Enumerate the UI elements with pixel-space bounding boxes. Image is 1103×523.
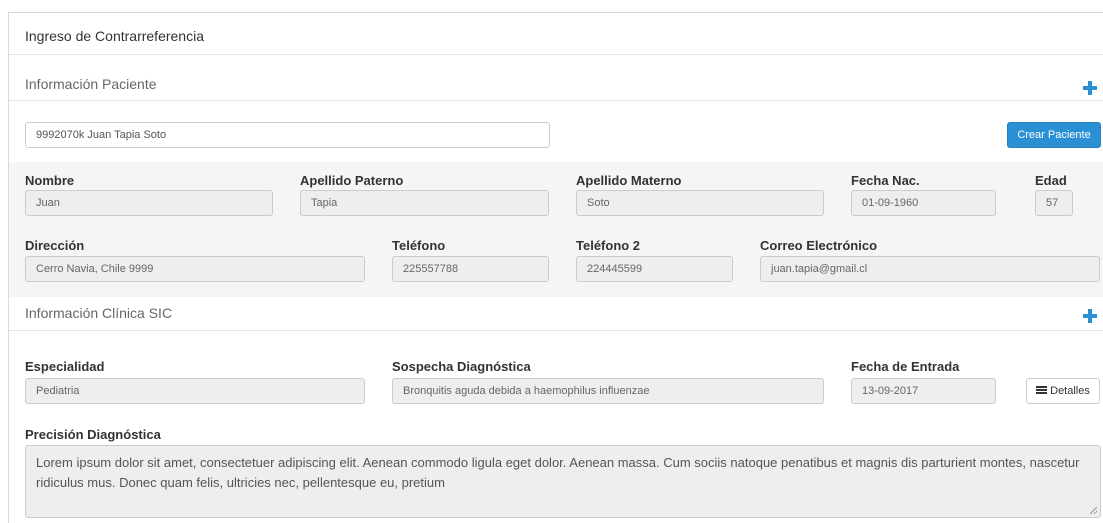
apellido-materno-field[interactable]: Soto — [576, 190, 824, 216]
sospecha-label: Sospecha Diagnóstica — [392, 359, 531, 374]
patient-search-input[interactable]: 9992070k Juan Tapia Soto — [25, 122, 550, 148]
precision-text: Lorem ipsum dolor sit amet, consectetuer… — [36, 455, 1080, 490]
clinical-section-header: Información Clínica SIC — [9, 297, 1103, 331]
patient-section-title: Información Paciente — [25, 76, 157, 92]
direccion-label: Dirección — [25, 238, 85, 253]
direccion-field[interactable]: Cerro Navia, Chile 9999 — [25, 256, 365, 282]
fecha-entrada-field[interactable]: 13-09-2017 — [851, 378, 996, 404]
telefono-label: Teléfono — [392, 238, 446, 253]
nombre-field[interactable]: Juan — [25, 190, 273, 216]
correo-field[interactable]: juan.tapia@gmail.cl — [760, 256, 1100, 282]
resize-grip-icon[interactable] — [1090, 507, 1097, 514]
sospecha-field[interactable]: Bronquitis aguda debida a haemophilus in… — [392, 378, 824, 404]
details-button[interactable]: Detalles — [1026, 378, 1100, 404]
panel-heading: Ingreso de Contrarreferencia — [9, 13, 1103, 55]
apellido-paterno-label: Apellido Paterno — [300, 173, 404, 188]
telefono-field[interactable]: 225557788 — [392, 256, 549, 282]
expand-clinical-plus-icon[interactable] — [1083, 309, 1097, 323]
telefono2-field[interactable]: 224445599 — [576, 256, 733, 282]
telefono2-label: Teléfono 2 — [576, 238, 641, 253]
edad-label: Edad — [1035, 173, 1067, 188]
create-patient-button[interactable]: Crear Paciente — [1007, 122, 1101, 148]
expand-patient-plus-icon[interactable] — [1083, 81, 1097, 95]
contrarreferencia-panel: Ingreso de Contrarreferencia Información… — [8, 12, 1103, 523]
clinical-section-title: Información Clínica SIC — [25, 305, 173, 321]
panel-title: Ingreso de Contrarreferencia — [25, 28, 204, 44]
fecha-entrada-label: Fecha de Entrada — [851, 359, 960, 374]
apellido-materno-label: Apellido Materno — [576, 173, 682, 188]
edad-field[interactable]: 57 — [1035, 190, 1073, 216]
precision-label: Precisión Diagnóstica — [25, 427, 161, 442]
especialidad-label: Especialidad — [25, 359, 105, 374]
especialidad-field[interactable]: Pediatria — [25, 378, 365, 404]
nombre-label: Nombre — [25, 173, 75, 188]
fecha-nac-field[interactable]: 01-09-1960 — [851, 190, 996, 216]
precision-textarea[interactable]: Lorem ipsum dolor sit amet, consectetuer… — [25, 445, 1101, 518]
apellido-paterno-field[interactable]: Tapia — [300, 190, 549, 216]
fecha-nac-label: Fecha Nac. — [851, 173, 920, 188]
details-button-label: Detalles — [1050, 385, 1090, 397]
list-icon — [1036, 386, 1048, 395]
patient-section-header: Información Paciente — [9, 67, 1103, 101]
correo-label: Correo Electrónico — [760, 238, 878, 253]
